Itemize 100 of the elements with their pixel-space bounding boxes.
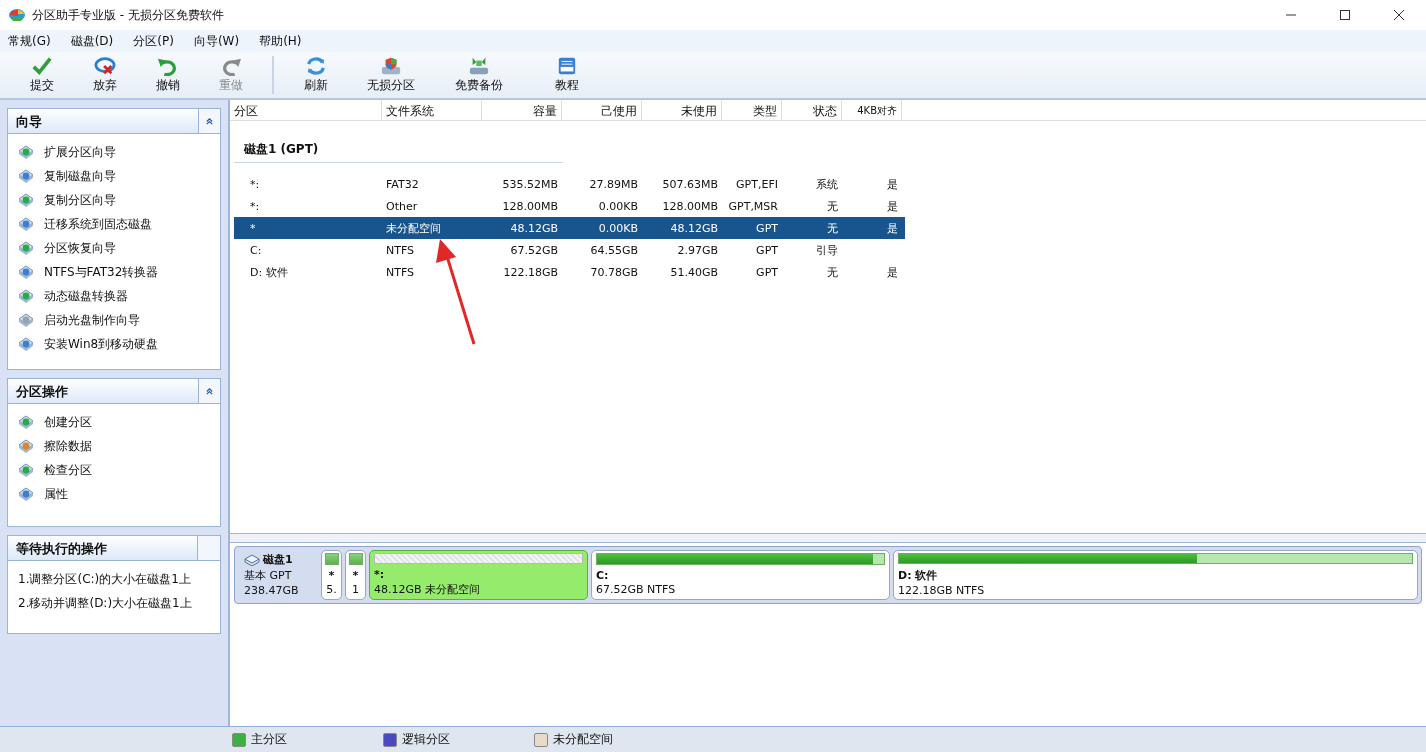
table-cell-text: GPT bbox=[755, 243, 779, 257]
partition-label: C: bbox=[596, 569, 610, 582]
table-cell-text: 67.52GB bbox=[509, 243, 559, 257]
table-cell-text: GPT bbox=[755, 221, 779, 235]
table-cell-text: 是 bbox=[886, 198, 899, 214]
partition-row[interactable]: D: 软件 NTFS 122.18GB 70.78GB 51.40GB GPT 无 是 bbox=[234, 261, 905, 283]
partition-detail: 122.18GB NTFS bbox=[898, 584, 986, 597]
table-cell-text: GPT,MSR bbox=[727, 199, 779, 213]
disk-type: 基本 GPT bbox=[244, 568, 293, 583]
disk-name: 磁盘1 bbox=[263, 552, 293, 567]
column-header[interactable]: 4KB对齐 bbox=[842, 100, 902, 120]
toolbar-button[interactable]: 教程 bbox=[523, 53, 611, 97]
toolbar-button[interactable]: 无损分区 bbox=[347, 53, 435, 97]
menu-item[interactable]: 向导(W) bbox=[193, 32, 240, 50]
column-header[interactable]: 文件系统 bbox=[382, 100, 482, 120]
table-cell-text: 是 bbox=[886, 220, 899, 236]
column-header[interactable]: 分区 bbox=[230, 100, 382, 120]
partition-block[interactable]: *: 48.12GB 未分配空间 bbox=[369, 550, 588, 600]
sidebar-item[interactable]: 迁移系统到固态磁盘 bbox=[18, 212, 210, 236]
chevron-up-icon bbox=[205, 386, 214, 396]
table-cell-text: *: bbox=[249, 199, 261, 213]
table-cell-text: 引导 bbox=[815, 242, 839, 258]
table-cell-text: GPT,EFI bbox=[735, 177, 779, 191]
column-header[interactable]: 状态 bbox=[782, 100, 842, 120]
app-logo-icon bbox=[8, 8, 26, 22]
legend-label: 未分配空间 bbox=[553, 731, 613, 748]
sidebar-item[interactable]: 启动光盘制作向导 bbox=[18, 308, 210, 332]
panel-title: 等待执行的操作 bbox=[15, 540, 108, 558]
table-cell-text: * bbox=[249, 221, 257, 235]
column-header[interactable]: 类型 bbox=[722, 100, 782, 120]
panel-title: 向导 bbox=[15, 113, 43, 131]
backup-icon bbox=[468, 56, 490, 76]
toolbar-button[interactable]: 免费备份 bbox=[435, 53, 523, 97]
chevron-up-icon bbox=[205, 116, 214, 126]
legend-label: 逻辑分区 bbox=[402, 731, 450, 748]
sidebar-item[interactable]: 检查分区 bbox=[18, 458, 210, 482]
sidebar-item[interactable]: 动态磁盘转换器 bbox=[18, 284, 210, 308]
partition-label: * bbox=[328, 569, 335, 582]
toolbar-button[interactable]: 提交 bbox=[10, 53, 73, 97]
legend-label: 主分区 bbox=[251, 731, 287, 748]
column-header[interactable]: 容量 bbox=[482, 100, 562, 120]
pending-operation: 1.调整分区(C:)的大小在磁盘1上 bbox=[18, 570, 192, 588]
splitter-bar[interactable] bbox=[230, 534, 1426, 543]
table-cell-text: D: 软件 bbox=[249, 264, 289, 280]
discard-icon bbox=[93, 56, 116, 76]
table-cell-text: 48.12GB bbox=[509, 221, 559, 235]
toolbar-button[interactable]: 撤销 bbox=[136, 53, 199, 97]
partition-label: D: 软件 bbox=[898, 568, 939, 583]
table-cell-text: 无 bbox=[826, 198, 839, 214]
table-cell-text: 无 bbox=[826, 220, 839, 236]
table-cell-text: 122.18GB bbox=[502, 265, 559, 279]
table-cell-text: 是 bbox=[886, 176, 899, 192]
table-cell-text: GPT bbox=[755, 265, 779, 279]
partition-row[interactable]: C: NTFS 67.52GB 64.55GB 2.97GB GPT 引导 bbox=[234, 239, 905, 261]
toolbar-button[interactable]: 刷新 bbox=[284, 53, 347, 97]
table-cell-text: 2.97GB bbox=[676, 243, 719, 257]
table-cell-text: 535.52MB bbox=[501, 177, 559, 191]
collapse-button[interactable] bbox=[198, 109, 220, 133]
sidebar-item[interactable]: 分区恢复向导 bbox=[18, 236, 210, 260]
sidebar-item[interactable]: 安装Win8到移动硬盘 bbox=[18, 332, 210, 356]
partition-block[interactable]: C: 67.52GB NTFS bbox=[591, 550, 890, 600]
partition-row[interactable]: * 未分配空间 48.12GB 0.00KB 48.12GB GPT 无 是 bbox=[234, 217, 905, 239]
sidebar-item[interactable]: 创建分区 bbox=[18, 410, 210, 434]
table-cell-text: 未分配空间 bbox=[385, 220, 442, 236]
partition-block[interactable]: * 5. bbox=[321, 550, 342, 600]
sidebar-item[interactable]: 复制分区向导 bbox=[18, 188, 210, 212]
partition-block[interactable]: D: 软件 122.18GB NTFS bbox=[893, 550, 1418, 600]
toolbar-button[interactable]: 放弃 bbox=[73, 53, 136, 97]
partition-row[interactable]: *: Other 128.00MB 0.00KB 128.00MB GPT,MSR 无 是 bbox=[234, 195, 905, 217]
refresh-icon bbox=[304, 56, 327, 76]
column-header[interactable]: 己使用 bbox=[562, 100, 642, 120]
partition-detail: 1 bbox=[352, 583, 359, 596]
disk-info[interactable]: 磁盘1 基本 GPT 238.47GB bbox=[238, 550, 318, 600]
usage-bar bbox=[324, 553, 339, 565]
menu-item[interactable]: 磁盘(D) bbox=[70, 32, 114, 50]
sidebar-item[interactable]: NTFS与FAT32转换器 bbox=[18, 260, 210, 284]
table-cell-text: FAT32 bbox=[385, 177, 420, 191]
sidebar-item[interactable]: 属性 bbox=[18, 482, 210, 506]
collapse-button[interactable] bbox=[198, 379, 220, 403]
menu-item[interactable]: 分区(P) bbox=[133, 32, 174, 50]
menu-item[interactable]: 帮助(H) bbox=[259, 32, 302, 50]
table-cell-text: 是 bbox=[886, 264, 899, 280]
usage-bar bbox=[348, 553, 363, 565]
table-cell-text: 507.63MB bbox=[661, 177, 719, 191]
table-cell-text: 128.00MB bbox=[661, 199, 719, 213]
partition-row[interactable]: *: FAT32 535.52MB 27.89MB 507.63MB GPT,EFI 系统 是 bbox=[234, 173, 905, 195]
table-cell-text: 51.40GB bbox=[669, 265, 719, 279]
sidebar-item[interactable]: 扩展分区向导 bbox=[18, 140, 210, 164]
disk-shield-icon bbox=[380, 56, 402, 76]
checkmark-icon bbox=[30, 56, 53, 76]
table-cell-text: 64.55GB bbox=[589, 243, 639, 257]
window-title: 分区助手专业版 - 无损分区免费软件 bbox=[32, 6, 224, 24]
sidebar-item[interactable]: 复制磁盘向导 bbox=[18, 164, 210, 188]
column-header[interactable]: 未使用 bbox=[642, 100, 722, 120]
sidebar-item[interactable]: 擦除数据 bbox=[18, 434, 210, 458]
menu-item[interactable]: 常规(G) bbox=[8, 32, 51, 50]
partition-block[interactable]: * 1 bbox=[345, 550, 366, 600]
undo-icon bbox=[156, 56, 179, 76]
table-cell-text: C: bbox=[249, 243, 263, 257]
disk-heading: 磁盘1 (GPT) bbox=[244, 141, 319, 158]
